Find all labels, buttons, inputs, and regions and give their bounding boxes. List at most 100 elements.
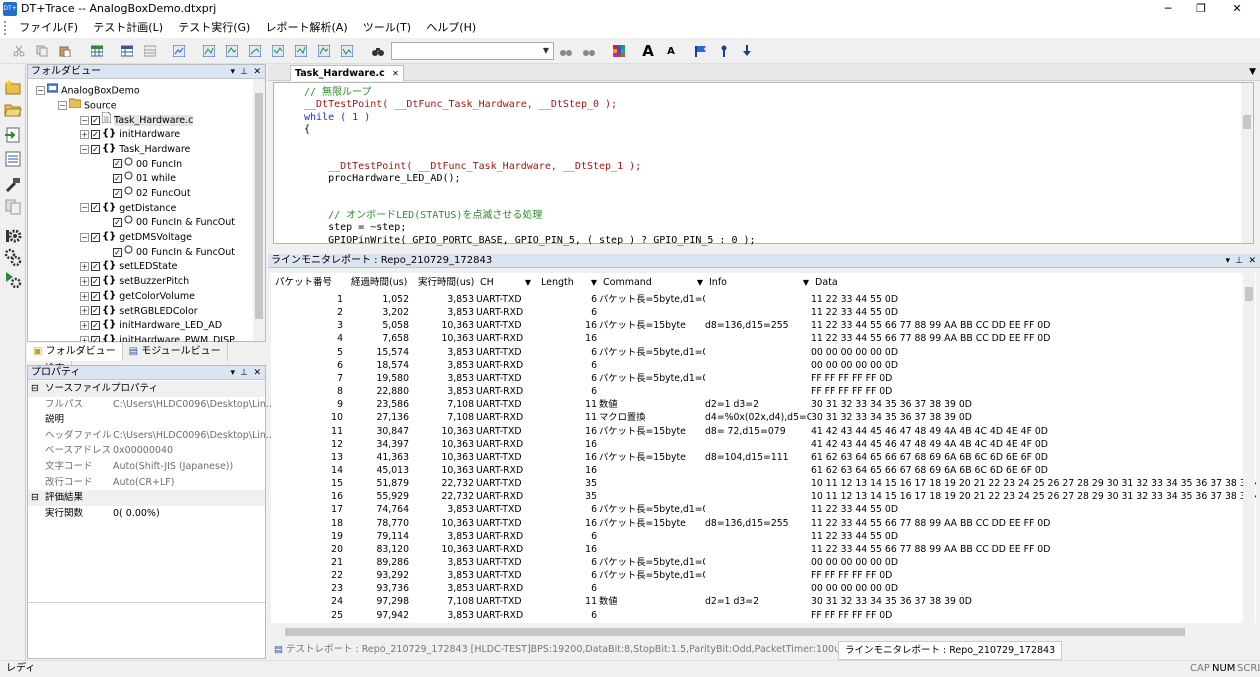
tree-scroll-thumb[interactable] — [255, 93, 263, 319]
import-button[interactable] — [4, 126, 22, 144]
menu-file[interactable]: ファイル(F) — [13, 18, 84, 38]
pin-icon[interactable]: ⊥ — [1235, 254, 1243, 268]
color-button[interactable] — [610, 42, 628, 60]
tree-node[interactable]: ✓ 00 FuncIn — [102, 157, 182, 172]
tree-checkbox[interactable]: ✓ — [91, 306, 100, 316]
settings-button[interactable] — [4, 226, 22, 244]
property-row[interactable]: ベースアドレス 0x00000040 — [28, 443, 265, 459]
pane-close-button[interactable]: ✕ — [253, 65, 261, 79]
collapse-icon[interactable]: − — [36, 86, 45, 96]
tree-checkbox[interactable]: ✓ — [91, 262, 100, 272]
tree-scrollbar[interactable] — [253, 79, 265, 341]
menu-report-analysis[interactable]: レポート解析(A) — [260, 18, 354, 38]
tree-checkbox[interactable]: ✓ — [91, 232, 100, 242]
table-row[interactable]: 7 19,580 3,853UART-TXD 6パケット長=5byte,d1=0xff… — [271, 372, 1256, 385]
property-row[interactable]: ヘッダファイル C:\Users\HLDC0096\Desktop\Lin... — [28, 428, 275, 444]
filter-dropdown-icon[interactable]: ▼ — [803, 273, 809, 292]
table-row[interactable]: 21 89,286 3,853UART-TXD 6パケット長=5byte,d1=0x0… — [271, 556, 1256, 569]
build-button[interactable] — [4, 176, 22, 194]
table-row[interactable]: 1 1,052 3,853UART-TXD 6パケット長=5byte,d1=0x1 11… — [271, 293, 1256, 306]
menu-tools[interactable]: ツール(T) — [357, 18, 417, 38]
grid-vscrollbar[interactable] — [1243, 273, 1255, 623]
filter-dropdown-icon[interactable]: ▼ — [697, 273, 703, 292]
menu-grip[interactable] — [4, 21, 8, 35]
table-row[interactable]: 18 78,770 10,363 UART-TXD 16 パケット長=15byte d8=1… — [271, 517, 1256, 530]
table-row[interactable]: 25 97,942 3,853 UART-RXD 6 FF FF FF FF FF 0D — [271, 609, 1256, 622]
chevron-down-icon[interactable]: ▼ — [1249, 64, 1256, 81]
analysis7-button[interactable] — [338, 42, 356, 60]
table-row[interactable]: 12 34,397 10,363 UART-RXD 16 41 42 43 44 45 4… — [271, 438, 1256, 451]
expand-icon[interactable]: + — [80, 335, 89, 342]
tree-node[interactable]: + ✓{} initHardware_PWM_DISP — [80, 333, 235, 342]
grid-hscrollbar[interactable] — [271, 626, 1243, 638]
tree-checkbox[interactable]: ✓ — [91, 335, 100, 342]
table-row[interactable]: 6 18,574 3,853 UART-RXD 6 00 00 00 00 00 0D — [271, 359, 1256, 372]
tree-node[interactable]: − ✓ Task_Hardware.c — [80, 111, 194, 127]
pane-close-button[interactable]: ✕ — [1248, 254, 1256, 268]
collapse-icon[interactable]: − — [80, 203, 89, 213]
tree-node[interactable]: ✓ 00 FuncIn & FuncOut — [102, 245, 235, 260]
tree-checkbox[interactable]: ✓ — [91, 291, 100, 301]
execute-button[interactable] — [4, 270, 22, 289]
tree-node[interactable]: − AnalogBoxDemo — [36, 83, 140, 98]
tree-node[interactable]: ✓ 00 FuncIn & FuncOut — [102, 215, 235, 230]
property-row[interactable]: 改行コード Auto(CR+LF) — [28, 475, 265, 491]
paste-button[interactable] — [56, 42, 74, 60]
test-stop-button[interactable] — [141, 42, 159, 60]
tab-module-view[interactable]: ▤ モジュールビュー — [123, 343, 228, 361]
test-run-button[interactable] — [118, 42, 136, 60]
table-row[interactable]: 24 97,298 7,108 UART-TXD 11 数値 d2=1 d3=2 30 31 … — [271, 595, 1256, 608]
find-button[interactable] — [369, 42, 387, 60]
grid-hscroll-thumb[interactable] — [285, 628, 1185, 636]
table-row[interactable]: 20 83,120 10,363 UART-RXD 16 11 22 33 44 55 6… — [271, 543, 1256, 556]
expand-icon[interactable]: + — [80, 262, 89, 272]
tree-node[interactable]: + ✓{} getColorVolume — [80, 289, 195, 304]
font-smaller-button[interactable]: A — [662, 42, 680, 60]
search-combobox[interactable]: ▼ — [391, 42, 554, 60]
expand-icon[interactable]: + — [80, 129, 89, 139]
font-larger-button[interactable]: A — [639, 42, 657, 60]
analysis3-button[interactable] — [246, 42, 264, 60]
tree-checkbox[interactable]: ✓ — [113, 218, 122, 228]
tree-node[interactable]: − ✓{} getDistance — [80, 201, 176, 216]
analysis4-button[interactable] — [269, 42, 287, 60]
compare-button[interactable] — [4, 198, 22, 216]
analysis6-button[interactable] — [315, 42, 333, 60]
table-row[interactable]: 17 74,764 3,853UART-TXD 6パケット長=5byte,d1=0x1… — [271, 503, 1256, 516]
tree-checkbox[interactable]: ✓ — [91, 321, 100, 331]
column-header[interactable]: CH ▼ — [480, 273, 535, 292]
tree-node[interactable]: ✓ 01 while — [102, 171, 176, 186]
report-button[interactable] — [170, 42, 188, 60]
pane-menu-button[interactable]: ▾ — [230, 366, 235, 380]
column-header[interactable]: Data — [815, 273, 1256, 292]
table-row[interactable]: 3 5,058 10,363 UART-TXD 16 パケット長=15byte d8=136… — [271, 319, 1256, 332]
table-row[interactable]: 23 93,736 3,853 UART-RXD 6 00 00 00 00 00 0D — [271, 582, 1256, 595]
new-project-button[interactable] — [4, 78, 22, 96]
tree-checkbox[interactable]: ✓ — [113, 247, 122, 257]
collapse-icon[interactable]: − — [80, 232, 89, 242]
table-row[interactable]: 13 41,363 10,363 UART-TXD 16 パケット長=15byte d8=1… — [271, 451, 1256, 464]
column-header[interactable]: Length ▼ — [541, 273, 601, 292]
collapse-icon[interactable]: ⊟ — [31, 490, 39, 506]
test-plan-button[interactable] — [88, 42, 106, 60]
property-row[interactable]: 実行関数 0( 0.00%) — [28, 506, 265, 522]
column-header[interactable]: パケット番号 — [275, 273, 347, 292]
analysis1-button[interactable] — [200, 42, 218, 60]
column-header[interactable]: 経過時間(us) — [351, 273, 413, 292]
tree-node[interactable]: + ✓{} setBuzzerPitch — [80, 274, 189, 289]
filter-dropdown-icon[interactable]: ▼ — [525, 273, 531, 292]
pane-menu-button[interactable]: ▾ — [1225, 254, 1230, 268]
pane-close-button[interactable]: ✕ — [253, 366, 261, 380]
column-header[interactable]: 実行時間(us) — [418, 273, 478, 292]
table-row[interactable]: 2 3,202 3,853 UART-RXD 6 11 22 33 44 55 0D — [271, 306, 1256, 319]
collapse-icon[interactable]: − — [80, 144, 89, 154]
expand-icon[interactable]: + — [80, 321, 89, 331]
table-row[interactable]: 22 93,292 3,853UART-TXD 6パケット長=5byte,d1=0xf… — [271, 569, 1256, 582]
column-header[interactable]: Info ▼ — [709, 273, 813, 292]
menu-test-plan[interactable]: テスト計画(L) — [87, 18, 169, 38]
expand-icon[interactable]: + — [80, 291, 89, 301]
close-button[interactable]: ✕ — [1214, 0, 1260, 18]
open-project-button[interactable] — [4, 100, 22, 118]
tree-checkbox[interactable]: ✓ — [91, 116, 100, 126]
tree-checkbox[interactable]: ✓ — [113, 174, 122, 184]
